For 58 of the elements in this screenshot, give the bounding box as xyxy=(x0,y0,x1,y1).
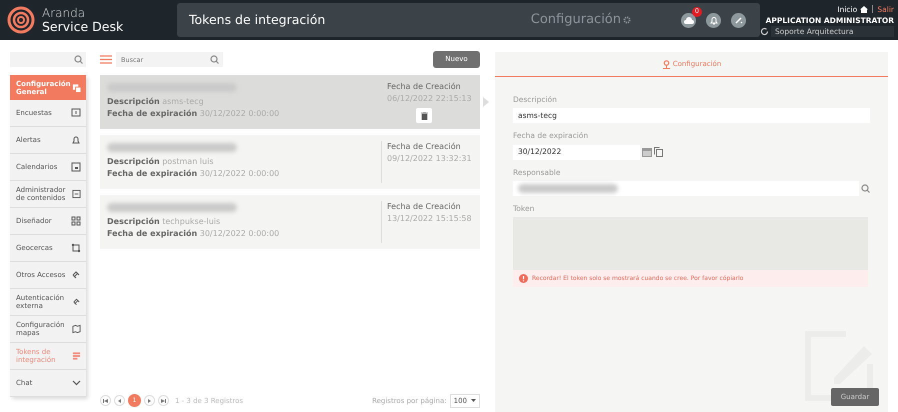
pin-icon xyxy=(662,60,671,68)
delete-button[interactable] xyxy=(416,108,432,123)
copy-icon[interactable] xyxy=(654,147,663,157)
description-text: Descripción postman luis xyxy=(107,156,214,168)
menu-icon[interactable] xyxy=(100,55,112,64)
next-icon xyxy=(148,398,151,403)
created-label: Fecha de Creación xyxy=(387,201,462,213)
geofence-icon xyxy=(71,243,81,253)
bell-button[interactable] xyxy=(706,12,721,28)
chevron-down-icon xyxy=(72,380,81,386)
token-card[interactable]: Descripción postman luis Fecha de expiración 30/12/2022 0:00:00 Fecha de Creación 09/12/2022 13:32:31 xyxy=(100,135,480,189)
first-page-button[interactable] xyxy=(100,395,111,406)
search-icon[interactable] xyxy=(861,184,870,193)
expiry-text: Fecha de expiración 30/12/2022 0:00:00 xyxy=(107,168,280,180)
next-page-button[interactable] xyxy=(144,395,155,406)
previous-page-button[interactable] xyxy=(114,395,125,406)
created-date: 09/12/2022 13:32:31 xyxy=(387,153,473,165)
expiry-text: Fecha de expiración 30/12/2022 0:00:00 xyxy=(107,228,280,240)
list-icon xyxy=(72,351,81,361)
cloud-download-button[interactable] xyxy=(681,12,696,28)
last-page-button[interactable] xyxy=(158,395,169,406)
link-icon xyxy=(71,270,81,280)
gear-icon xyxy=(623,16,631,24)
brand-name: Aranda xyxy=(42,7,86,20)
section-title: Configuración xyxy=(530,11,621,30)
created-date: 13/12/2022 15:15:58 xyxy=(387,213,473,225)
trash-icon xyxy=(420,112,428,120)
logo-icon xyxy=(6,5,36,35)
document-icon xyxy=(72,189,81,199)
wand-icon xyxy=(734,16,742,24)
warning-icon xyxy=(519,274,528,283)
calendar-icon xyxy=(71,162,81,172)
refresh-icon[interactable] xyxy=(760,26,769,36)
page-title: Tokens de integración xyxy=(189,10,326,29)
description-text: Descripción techpukse-luis xyxy=(107,216,222,228)
caret-icon xyxy=(471,399,476,402)
arrow-icon xyxy=(483,97,489,107)
previous-icon xyxy=(118,398,121,403)
layers-icon xyxy=(72,83,81,93)
home-icon xyxy=(860,6,868,13)
cloud-icon xyxy=(684,16,694,24)
map-icon xyxy=(72,324,81,334)
bell-icon xyxy=(710,16,718,24)
sidebar-search-field[interactable] xyxy=(10,52,86,67)
link-icon xyxy=(72,297,81,307)
created-label: Fecha de Creación xyxy=(387,81,462,93)
calendar-icon[interactable] xyxy=(642,148,652,156)
brand-product: Service Desk xyxy=(42,20,124,33)
last-page-icon xyxy=(161,398,166,403)
owner-field[interactable] xyxy=(513,180,859,196)
bell-icon xyxy=(71,135,81,145)
grid-icon xyxy=(71,216,81,226)
survey-icon xyxy=(71,108,81,118)
search-icon xyxy=(74,55,83,64)
token-card[interactable]: Descripción techpukse-luis Fecha de expiración 30/12/2022 0:00:00 Fecha de Creación 13/12/2022 15:15:58 xyxy=(100,195,480,249)
created-label: Fecha de Creación xyxy=(387,141,462,153)
first-page-icon xyxy=(103,398,108,403)
wand-button[interactable] xyxy=(731,12,746,28)
